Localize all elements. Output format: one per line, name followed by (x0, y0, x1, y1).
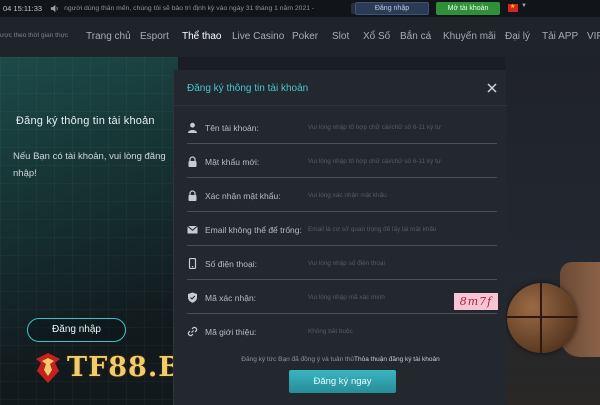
chevron-down-icon[interactable]: ▼ (521, 3, 527, 9)
register-now-button[interactable]: Đăng ký ngay (289, 370, 396, 393)
left-title: Đăng ký thông tin tài khoản (16, 115, 155, 127)
captcha-image[interactable]: 8m7f (454, 293, 498, 310)
phone-icon (188, 258, 197, 269)
email-label: Email không thể để trống: (205, 225, 302, 235)
confirm-password-label: Xác nhận mật khẩu: (205, 191, 281, 201)
password-label: Mật khẩu mới: (205, 157, 260, 167)
link-icon (187, 326, 198, 337)
agreement-text: Đăng ký tức Bạn đã đồng ý và tuân thủThỏ… (174, 356, 507, 363)
left-login-note: Nếu Bạn có tài khoản, vui lòng đăng nhập… (13, 151, 166, 179)
user-icon (188, 122, 197, 133)
modal-title: Đăng ký thông tin tài khoản (187, 83, 309, 94)
referral-label: Mã giới thiệu: (205, 327, 257, 337)
nav-item-live-casino[interactable]: Live Casino (232, 31, 284, 42)
login-button[interactable]: Đăng nhập (27, 318, 126, 342)
phone-input[interactable] (308, 260, 488, 267)
clock: 04 15:11:33 (3, 4, 43, 13)
nav-item-fishing[interactable]: Bắn cá (400, 31, 431, 42)
nav-subtitle: ược theo thời gian thực (0, 32, 69, 39)
confirm-password-row: Xác nhận mật khẩu: (187, 178, 497, 212)
email-input[interactable] (308, 226, 488, 233)
nav-item-lottery[interactable]: Xổ Số (363, 31, 390, 42)
confirm-password-input[interactable] (308, 192, 488, 199)
lock-icon (188, 190, 197, 201)
email-row: Email không thể để trống: (187, 212, 497, 246)
nav-item-sports[interactable]: Thể thao (182, 31, 221, 42)
nav-item-esport[interactable]: Esport (140, 31, 169, 42)
top-login-button[interactable]: Đăng nhập (355, 2, 429, 15)
page: 04 15:11:33 người dùng thân mến, chúng t… (0, 0, 600, 405)
captcha-label: Mã xác nhận: (205, 293, 257, 303)
top-bar: 04 15:11:33 người dùng thân mến, chúng t… (0, 0, 600, 17)
terms-link[interactable]: Thỏa thuận đăng ký tài khoản (354, 356, 440, 363)
username-input[interactable] (308, 124, 488, 131)
phone-label: Số điện thoại: (205, 259, 257, 269)
captcha-row: Mã xác nhận: 8m7f (187, 280, 498, 314)
logo-mark-icon (36, 352, 60, 383)
password-input[interactable] (308, 158, 488, 165)
shield-icon (188, 292, 197, 303)
captcha-input[interactable] (308, 294, 448, 301)
nav-item-poker[interactable]: Poker (292, 31, 318, 42)
nav-item-vip[interactable]: VIP (587, 31, 600, 42)
announcement-marquee: người dùng thân mến, chúng tôi sẽ bảo tr… (64, 5, 315, 12)
nav-item-home[interactable]: Trang chủ (86, 31, 131, 42)
referral-input[interactable] (308, 328, 488, 335)
mail-icon (187, 225, 198, 234)
referral-row: Mã giới thiệu: (187, 314, 497, 348)
nav-item-promotions[interactable]: Khuyến mãi (443, 31, 496, 42)
nav-item-agent[interactable]: Đại lý (505, 31, 530, 42)
modal-header: Đăng ký thông tin tài khoản (174, 70, 507, 106)
password-row: Mật khẩu mới: (187, 144, 497, 178)
agreement-prefix: Đăng ký tức Bạn đã đồng ý và tuân thủ (241, 356, 355, 363)
register-modal: Đăng ký thông tin tài khoản Tên tài khoả… (173, 70, 507, 405)
vietnam-flag-icon[interactable] (508, 3, 518, 12)
phone-row: Số điện thoại: (187, 246, 497, 280)
main-nav: ược theo thời gian thực Trang chủ Esport… (0, 17, 600, 57)
lock-icon (188, 156, 197, 167)
basketball-image (507, 283, 577, 353)
open-account-button[interactable]: Mở tài khoản (436, 2, 500, 15)
username-label: Tên tài khoản: (205, 123, 259, 133)
nav-item-download-app[interactable]: Tải APP (542, 31, 578, 42)
speaker-icon (50, 4, 58, 13)
close-icon[interactable] (486, 82, 498, 94)
nav-item-slot[interactable]: Slot (332, 31, 349, 42)
username-row: Tên tài khoản: (187, 110, 497, 144)
